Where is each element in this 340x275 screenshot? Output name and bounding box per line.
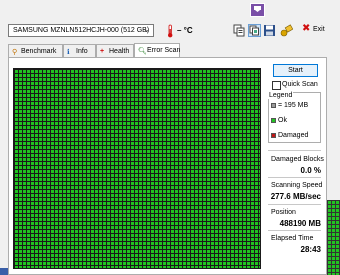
position-label: Position	[271, 209, 296, 216]
quick-scan-label: Quick Scan	[282, 81, 318, 88]
background-scan-grid-edge	[327, 200, 340, 275]
temperature-value: – °C	[177, 26, 193, 35]
benchmark-icon: ⚲	[12, 49, 18, 56]
legend-swatch-ok	[271, 118, 276, 123]
close-icon: ✖	[302, 23, 311, 34]
tab-benchmark[interactable]: ⚲ Benchmark	[8, 44, 63, 58]
tab-info-label: Info	[76, 48, 88, 55]
drive-select-value: SAMSUNG MZNLN512HCJH-000 (512 GB)	[13, 27, 150, 34]
legend-title: Legend	[268, 92, 294, 99]
legend-swatch-damaged	[271, 133, 276, 138]
divider	[268, 204, 321, 205]
error-scan-icon: 🔍︎	[138, 48, 147, 55]
checkbox-box	[272, 81, 281, 90]
exit-label: Exit	[313, 26, 325, 33]
elapsed-time-value: 28:43	[300, 245, 321, 254]
damaged-blocks-value: 0.0 %	[300, 166, 321, 175]
damaged-blocks-label: Damaged Blocks	[271, 156, 324, 163]
divider	[268, 177, 321, 178]
tab-info[interactable]: ℹ Info	[63, 44, 96, 58]
info-icon: ℹ	[67, 49, 70, 56]
options-icon[interactable]	[280, 24, 294, 37]
tab-error-scan-label: Error Scan	[147, 47, 181, 54]
legend-label: = 195 MB	[278, 102, 309, 109]
legend-label: Ok	[278, 117, 287, 124]
copy-text-icon[interactable]	[233, 24, 246, 37]
scanning-speed-label: Scanning Speed	[271, 182, 323, 189]
divider	[268, 230, 321, 231]
position-value: 488190 MB	[279, 219, 321, 228]
elapsed-time-label: Elapsed Time	[271, 235, 314, 242]
save-screenshot-icon[interactable]	[263, 24, 276, 37]
chevron-down-icon: ⌄	[143, 25, 150, 34]
save-icon[interactable]	[250, 3, 265, 17]
background-edge	[0, 268, 8, 275]
tab-benchmark-label: Benchmark	[21, 48, 57, 55]
health-icon: +	[100, 48, 105, 55]
copy-screenshot-icon[interactable]	[248, 24, 261, 37]
tab-error-scan[interactable]: 🔍︎ Error Scan	[134, 43, 180, 58]
legend-swatch-block	[271, 103, 276, 108]
tab-health-label: Health	[109, 48, 130, 55]
start-button[interactable]: Start	[273, 64, 318, 77]
scanning-speed-value: 277.6 MB/sec	[270, 192, 321, 201]
scan-block-grid	[13, 68, 261, 269]
divider	[268, 150, 321, 151]
tab-health[interactable]: + Health	[96, 44, 134, 58]
legend-label: Damaged	[278, 132, 309, 139]
drive-select[interactable]: SAMSUNG MZNLN512HCJH-000 (512 GB) ⌄	[8, 24, 154, 37]
thermometer-icon	[165, 24, 175, 38]
